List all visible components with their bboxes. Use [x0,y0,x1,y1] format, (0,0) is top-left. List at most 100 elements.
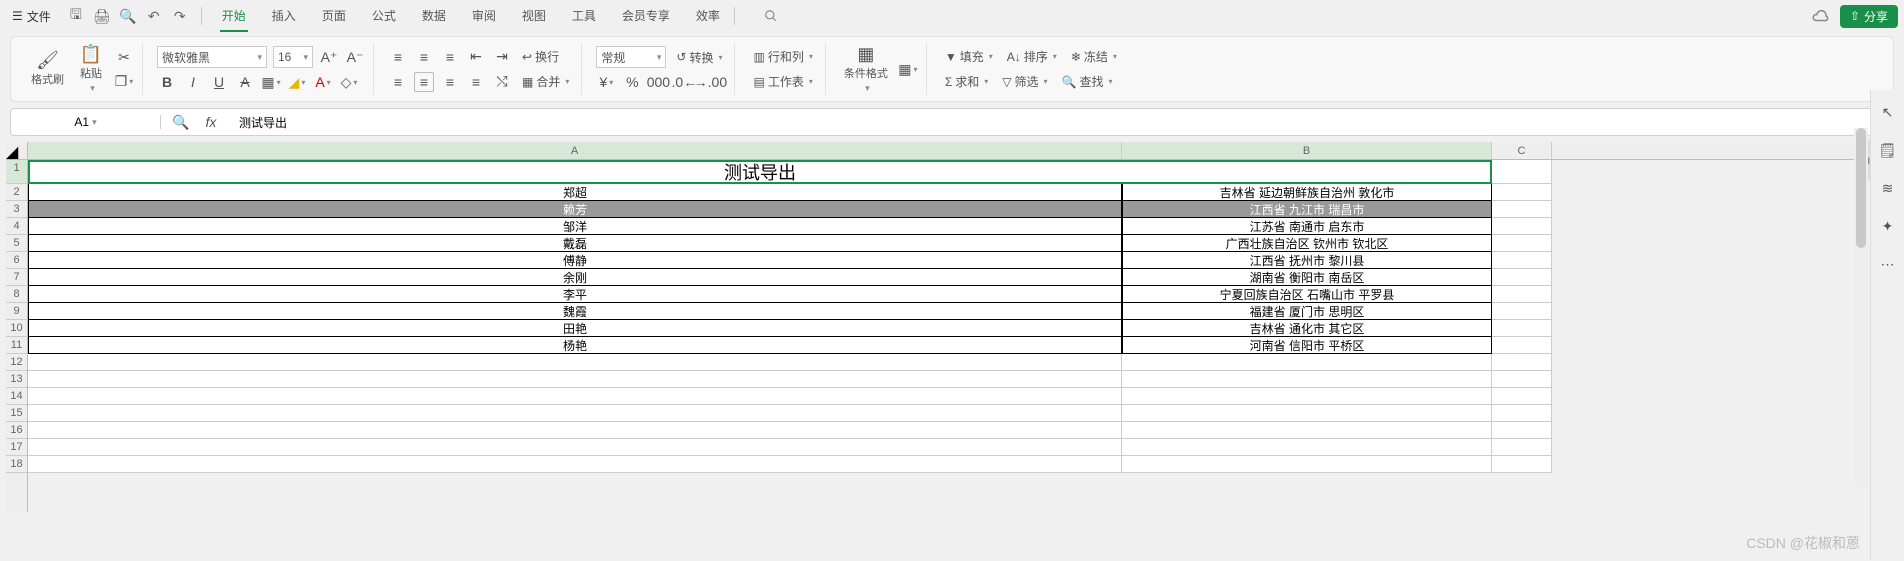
number-format-select[interactable]: 常规▾ [596,46,666,68]
fx-icon[interactable]: fx [201,112,221,132]
row-header[interactable]: 2 [6,184,27,201]
cell[interactable]: 傅静 [28,252,1122,269]
cell[interactable] [1492,252,1552,269]
name-box[interactable]: A1 [11,115,161,129]
cell[interactable] [28,354,1122,371]
share-button[interactable]: ⇧ 分享 [1840,5,1898,28]
indent-increase-icon[interactable]: ⇥ [492,47,512,67]
row-header[interactable]: 13 [6,371,27,388]
bold-icon[interactable]: B [157,72,177,92]
tab-tools[interactable]: 工具 [570,1,598,32]
align-left-icon[interactable]: ≡ [388,72,408,92]
row-header[interactable]: 6 [6,252,27,269]
cell[interactable]: 田艳 [28,320,1122,337]
border-icon[interactable]: ▦ [261,72,281,92]
increase-decimal-icon[interactable]: →.00 [700,72,720,92]
cell[interactable] [1492,371,1552,388]
clear-format-icon[interactable]: ◇ [339,72,359,92]
cell[interactable]: 邹洋 [28,218,1122,235]
cell[interactable]: 戴磊 [28,235,1122,252]
table-style-icon[interactable]: ▦ [898,59,918,79]
spreadsheet-grid[interactable]: ◢ 1 2 3 4 5 6 7 8 9 10 11 12 13 14 15 16… [6,142,1892,512]
cell[interactable]: 江西省 九江市 瑞昌市 [1122,201,1492,218]
notes-icon[interactable]: 🗒 [1878,140,1898,160]
strikethrough-icon[interactable]: A [235,72,255,92]
row-header[interactable]: 11 [6,337,27,354]
tab-efficiency[interactable]: 效率 [694,1,722,32]
cell[interactable] [1492,303,1552,320]
align-right-icon[interactable]: ≡ [440,72,460,92]
cell[interactable]: 吉林省 通化市 其它区 [1122,320,1492,337]
cell[interactable] [28,405,1122,422]
cell[interactable]: 赖芳 [28,201,1122,218]
sort-button[interactable]: A↓排序 [1003,46,1061,67]
cell[interactable] [1122,354,1492,371]
cell[interactable]: 吉林省 延边朝鲜族自治州 敦化市 [1122,184,1492,201]
fill-button[interactable]: ▼填充 [941,46,997,67]
conditional-format-button[interactable]: ▦ 条件格式 [840,43,892,96]
cell[interactable] [1492,184,1552,201]
filter-button[interactable]: ▽筛选 [998,71,1051,92]
cell[interactable]: 福建省 厦门市 思明区 [1122,303,1492,320]
cell[interactable]: 广西壮族自治区 钦州市 钦北区 [1122,235,1492,252]
cell[interactable] [1122,388,1492,405]
fill-color-icon[interactable]: ◢ [287,72,307,92]
cell[interactable] [1492,218,1552,235]
cell[interactable]: 余刚 [28,269,1122,286]
cloud-icon[interactable] [1810,6,1830,26]
cell[interactable]: 江西省 抚州市 黎川县 [1122,252,1492,269]
redo-icon[interactable]: ↷ [171,7,189,25]
tab-home[interactable]: 开始 [220,1,248,32]
title-cell[interactable]: 测试导出 [28,160,1492,184]
cell[interactable]: 湖南省 衡阳市 南岳区 [1122,269,1492,286]
cell[interactable] [28,422,1122,439]
paste-button[interactable]: 📋 粘贴 [74,43,108,96]
tab-data[interactable]: 数据 [420,1,448,32]
print-icon[interactable]: 🖨 [93,7,111,25]
percent-icon[interactable]: % [622,72,642,92]
cursor-icon[interactable]: ↖ [1878,102,1898,122]
indent-decrease-icon[interactable]: ⇤ [466,47,486,67]
cell[interactable] [1122,405,1492,422]
row-header[interactable]: 3 [6,201,27,218]
cell[interactable]: 宁夏回族自治区 石嘴山市 平罗县 [1122,286,1492,303]
row-header[interactable]: 5 [6,235,27,252]
select-all-corner[interactable]: ◢ [6,142,27,160]
freeze-button[interactable]: ❄冻结 [1067,46,1121,67]
tab-review[interactable]: 审阅 [470,1,498,32]
file-menu[interactable]: ☰ 文件 [6,6,57,27]
worksheet-button[interactable]: ▤工作表 [749,71,816,92]
cell[interactable] [28,456,1122,473]
align-bottom-icon[interactable]: ≡ [440,47,460,67]
cell[interactable] [28,388,1122,405]
cell[interactable] [1492,235,1552,252]
cell[interactable] [1492,456,1552,473]
row-header[interactable]: 15 [6,405,27,422]
column-header[interactable]: B [1122,142,1492,159]
font-size-select[interactable]: 16▾ [273,46,313,68]
format-painter-button[interactable]: 🖌 格式刷 [27,49,68,89]
more-icon[interactable]: ⋯ [1878,254,1898,274]
settings-icon[interactable]: ✦ [1878,216,1898,236]
tab-insert[interactable]: 插入 [270,1,298,32]
preview-icon[interactable]: 🔍 [119,7,137,25]
cell[interactable]: 郑超 [28,184,1122,201]
column-header[interactable]: C [1492,142,1552,159]
row-header[interactable]: 12 [6,354,27,371]
cell[interactable]: 李平 [28,286,1122,303]
cell[interactable] [1122,422,1492,439]
convert-button[interactable]: ↺转换 [672,47,726,68]
cell[interactable] [1492,337,1552,354]
formula-input[interactable]: 测试导出 [231,114,1893,131]
row-header[interactable]: 7 [6,269,27,286]
cell[interactable] [1492,388,1552,405]
increase-font-icon[interactable]: A⁺ [319,47,339,67]
cut-icon[interactable]: ✂ [114,47,134,67]
currency-icon[interactable]: ¥ [596,72,616,92]
row-header[interactable]: 18 [6,456,27,473]
sum-button[interactable]: Σ求和 [941,71,992,92]
row-header[interactable]: 10 [6,320,27,337]
cell[interactable] [1492,320,1552,337]
cell[interactable] [1122,456,1492,473]
tab-page[interactable]: 页面 [320,1,348,32]
